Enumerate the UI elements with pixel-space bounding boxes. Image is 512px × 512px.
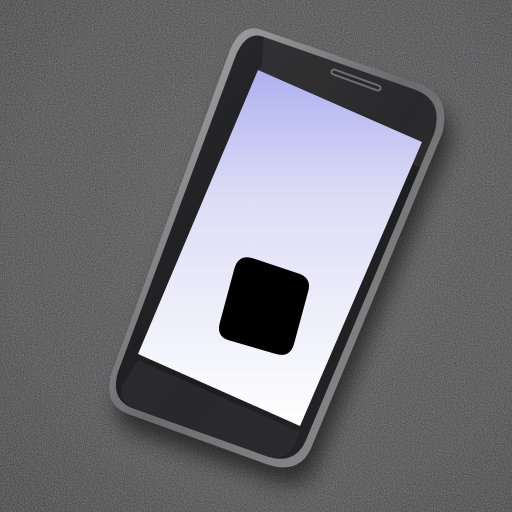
photo-scene [0,0,512,512]
phone-photo [0,0,512,512]
